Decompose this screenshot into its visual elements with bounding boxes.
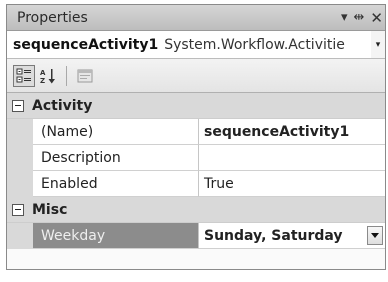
property-pages-icon <box>77 69 93 82</box>
dropdown-button[interactable] <box>367 226 383 245</box>
property-value-cell[interactable]: Sunday, Saturday <box>199 223 385 249</box>
property-value[interactable] <box>199 145 385 171</box>
collapse-icon[interactable] <box>12 99 24 112</box>
object-selector[interactable]: sequenceActivity1 System.Workflow.Activi… <box>7 31 385 59</box>
selected-object-name: sequenceActivity1 <box>13 36 159 53</box>
categorized-icon <box>16 68 31 82</box>
property-row-weekday[interactable]: Weekday Sunday, Saturday <box>7 223 385 249</box>
title-bar[interactable]: Properties ▾ ⇹ ✕ <box>7 5 385 31</box>
category-label: Misc <box>32 201 68 218</box>
properties-toolbar: A Z <box>7 59 385 93</box>
property-value[interactable]: True <box>199 171 385 197</box>
window-position-dropdown-icon[interactable]: ▾ <box>341 5 348 31</box>
property-row-name[interactable]: (Name) sequenceActivity1 <box>7 119 385 145</box>
property-row-enabled[interactable]: Enabled True <box>7 171 385 197</box>
row-gutter <box>7 119 33 145</box>
property-pages-button[interactable] <box>74 65 96 87</box>
chevron-down-icon <box>371 232 379 238</box>
property-grid: Activity (Name) sequenceActivity1 Descri… <box>7 93 385 249</box>
row-gutter <box>7 171 33 197</box>
category-label: Activity <box>32 97 93 114</box>
selected-object-type: System.Workflow.Activitie <box>164 36 345 53</box>
close-icon[interactable]: ✕ <box>370 5 383 31</box>
svg-text:Z: Z <box>40 77 45 85</box>
alphabetical-button[interactable]: A Z <box>37 65 59 87</box>
property-name[interactable]: Enabled <box>33 171 199 197</box>
property-value[interactable]: sequenceActivity1 <box>199 119 385 145</box>
toolbar-separator <box>66 65 67 86</box>
category-misc[interactable]: Misc <box>7 197 385 223</box>
window-controls: ▾ ⇹ ✕ <box>341 5 383 31</box>
window-title: Properties <box>17 9 88 26</box>
property-row-description[interactable]: Description <box>7 145 385 171</box>
collapse-icon[interactable] <box>12 203 24 216</box>
chevron-down-icon[interactable]: ▾ <box>371 31 385 58</box>
properties-window: Properties ▾ ⇹ ✕ sequenceActivity1 Syste… <box>6 4 386 270</box>
categorized-button[interactable] <box>13 64 35 87</box>
row-gutter <box>7 223 33 249</box>
property-name[interactable]: (Name) <box>33 119 199 145</box>
category-activity[interactable]: Activity <box>7 93 385 119</box>
property-name[interactable]: Description <box>33 145 199 171</box>
property-value: Sunday, Saturday <box>204 227 343 244</box>
property-name[interactable]: Weekday <box>33 223 199 249</box>
svg-text:A: A <box>40 69 46 77</box>
row-gutter <box>7 145 33 171</box>
alphabetical-icon: A Z <box>40 68 55 85</box>
auto-hide-pin-icon[interactable]: ⇹ <box>354 5 365 31</box>
